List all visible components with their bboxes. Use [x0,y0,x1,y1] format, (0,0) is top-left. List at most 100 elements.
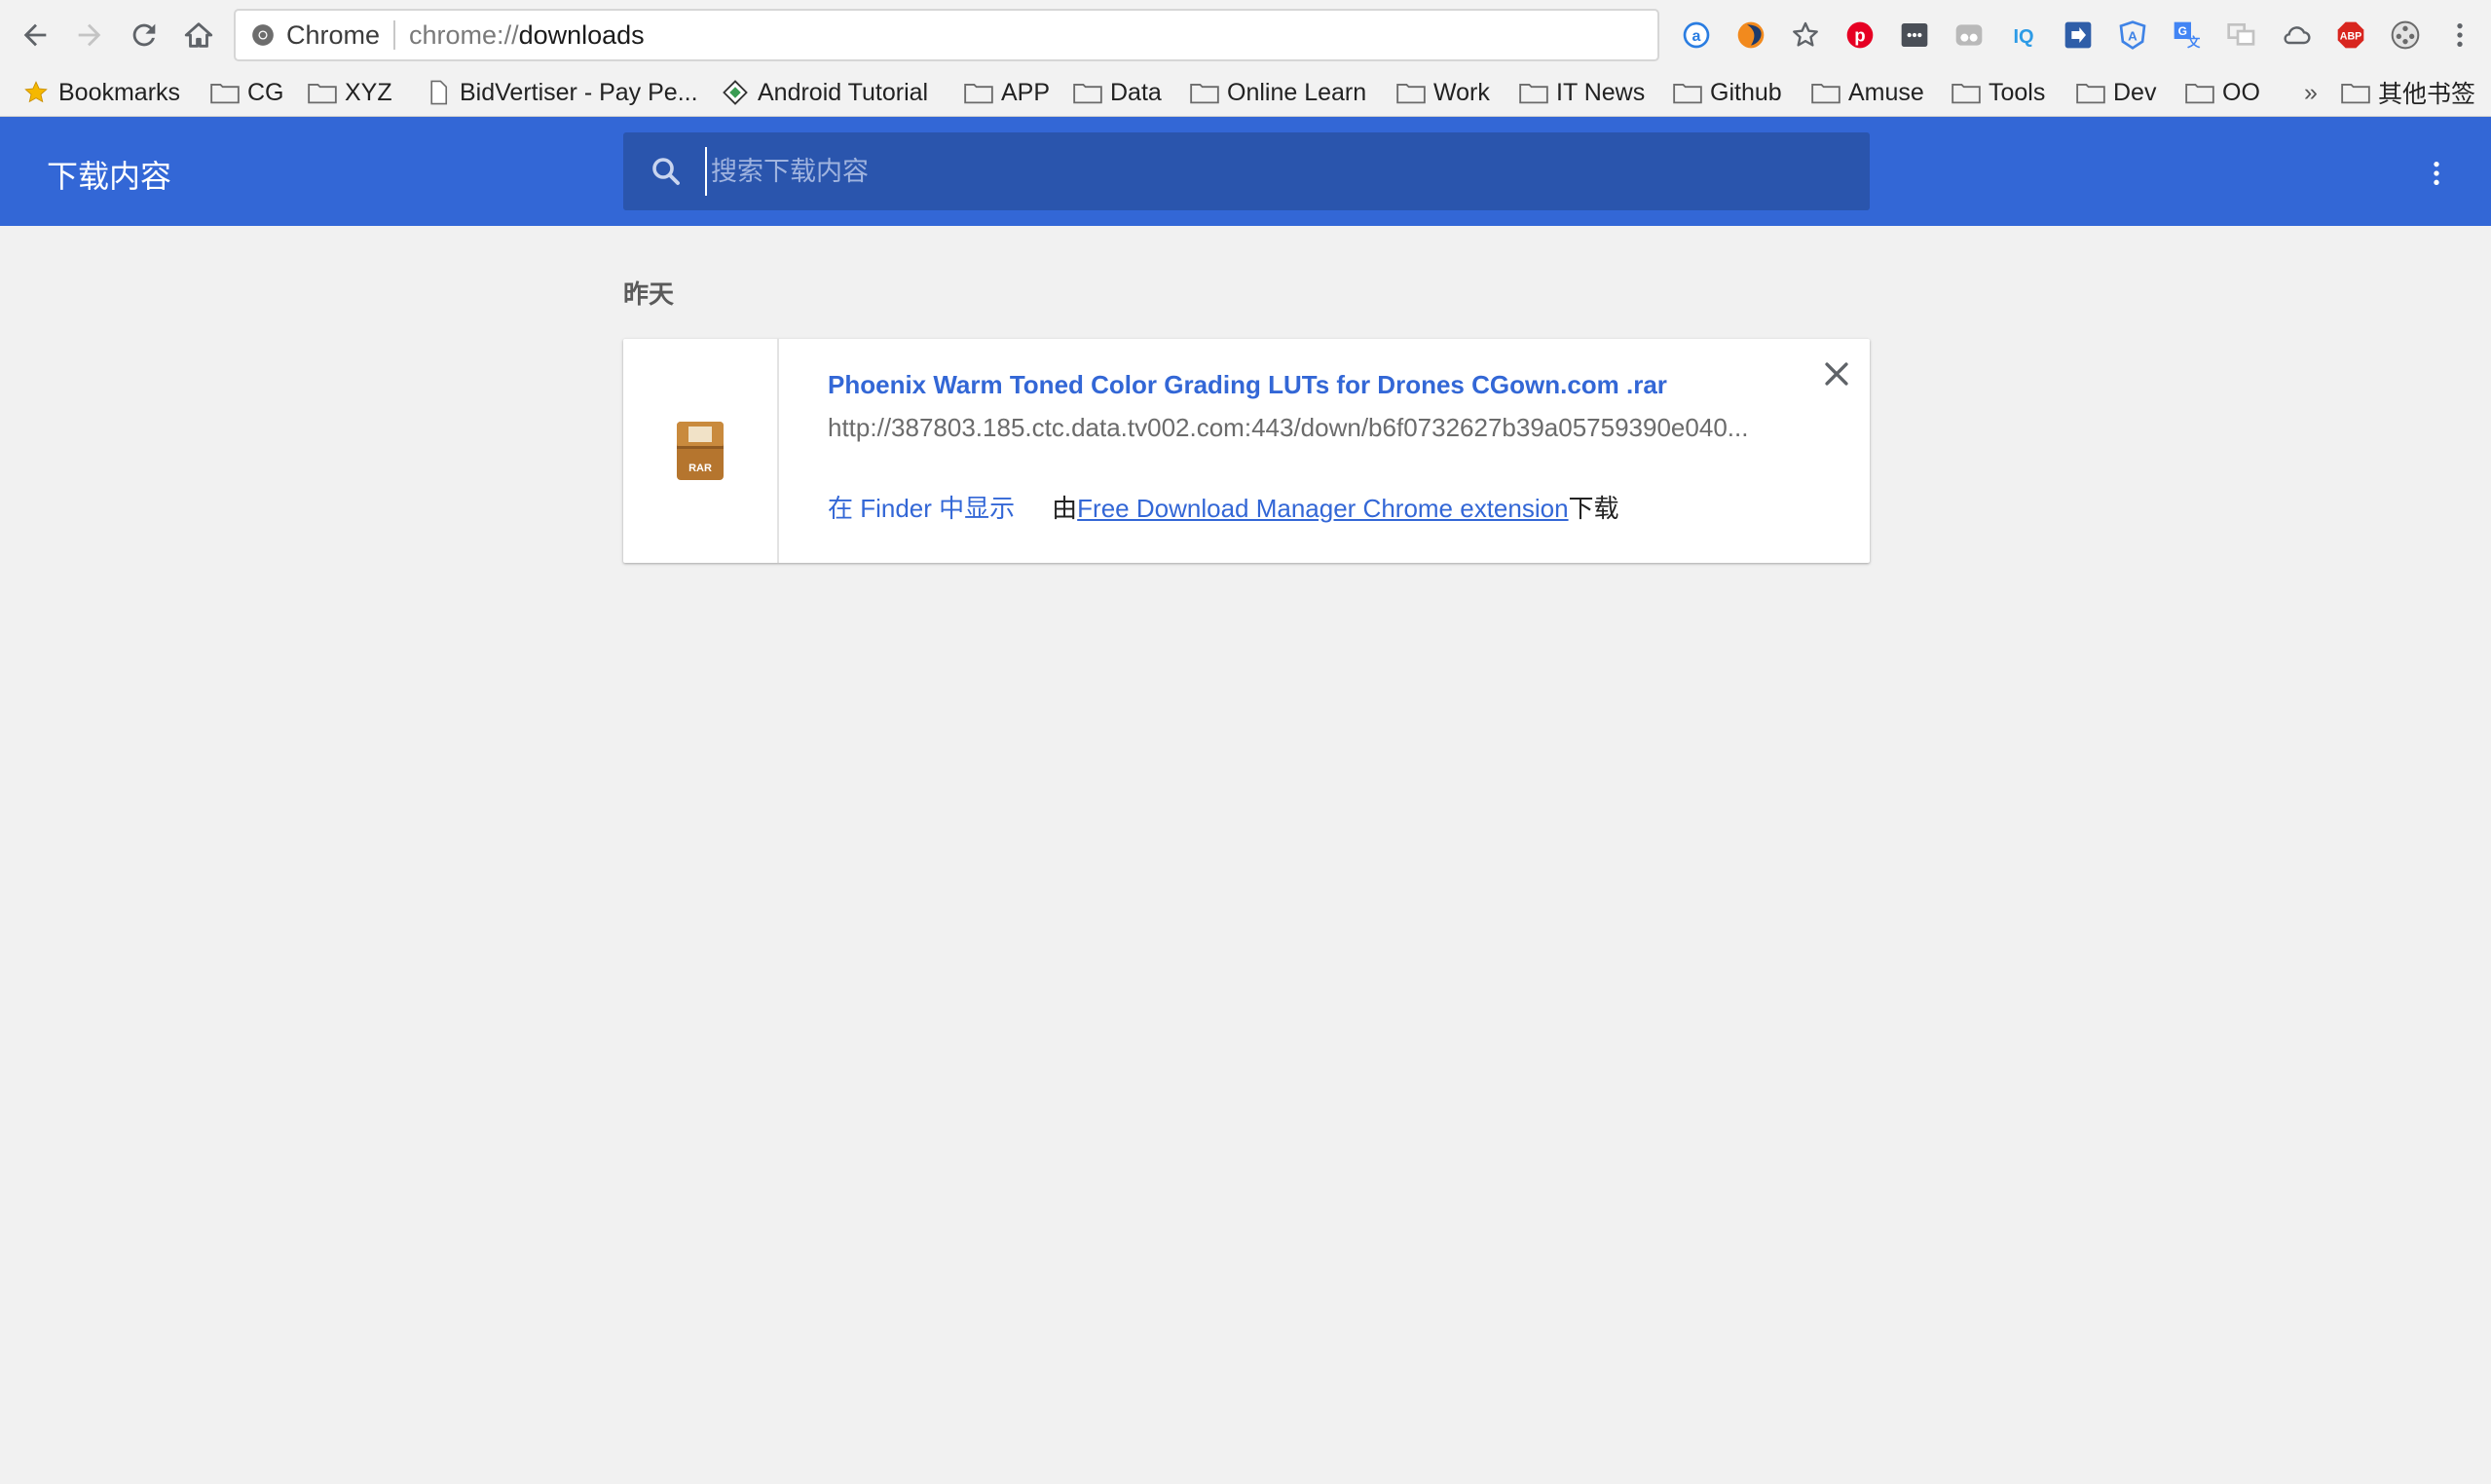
page-title: 下载内容 [47,159,172,194]
bookmark-label: CG [247,78,284,106]
folder-icon [2185,80,2214,105]
bookmarks-overflow-button[interactable]: » [2304,70,2318,115]
reload-icon [132,23,156,47]
extension-link[interactable]: Free Download Manager Chrome extension [1077,494,1568,523]
film-reel-icon[interactable] [2384,14,2427,56]
svg-text:ABP: ABP [2340,31,2362,43]
site-chip-label: Chrome [286,19,381,50]
search-icon [652,158,680,185]
bookmark-folder-xyz[interactable]: XYZ [308,70,392,115]
url-path: downloads [518,19,645,50]
bookmark-bookmarks[interactable]: Bookmarks [21,70,180,115]
bookmark-folder-oo[interactable]: OO [2185,70,2260,115]
search-box[interactable] [623,132,1870,210]
dots-box-icon[interactable] [1893,14,1936,56]
remove-download-button[interactable] [1817,354,1856,393]
download-actions: 在 Finder 中显示 由Free Download Manager Chro… [828,489,1619,525]
forward-button[interactable] [68,14,111,56]
bookmark-folder-cg[interactable]: CG [210,70,284,115]
bookmark-label: Online Learn [1227,78,1367,106]
by-suffix: 下载 [1568,494,1619,523]
home-icon [184,22,213,48]
folder-icon [1952,80,1981,105]
bookmark-folder-it-news[interactable]: IT News [1519,70,1645,115]
bookmark-label: 其他书签 [2378,81,2476,108]
folder-icon [2076,80,2105,105]
back-button[interactable] [14,14,56,56]
downloads-header: 下载内容 [0,117,2491,226]
bookmark-label: IT News [1556,78,1646,106]
bookmark-android-tutorial[interactable]: Android Tutorial [721,70,928,115]
folder-icon [210,80,240,105]
bookmark-folder-online-learn[interactable]: Online Learn [1190,70,1366,115]
bookmark-label: Amuse [1848,78,1924,106]
reload-button[interactable] [123,14,166,56]
adblock-abp-icon[interactable]: ABP [2329,14,2372,56]
share-arrow-icon[interactable] [2057,14,2100,56]
page-icon [423,80,452,105]
overflow-chevron: » [2304,78,2318,106]
search-input[interactable] [705,147,1870,196]
omnibox-divider [393,20,396,50]
file-source-url: http://387803.185.ctc.data.tv002.com:443… [828,413,1749,442]
date-group-header: 昨天 [623,279,675,309]
back-arrow-icon [23,23,47,47]
folder-icon [308,80,337,105]
bookmark-label: Tools [1989,78,2046,106]
bookmark-folder-dev[interactable]: Dev [2076,70,2156,115]
angular-shield-icon[interactable]: A [2111,14,2154,56]
by-prefix: 由 [1052,494,1078,523]
pinterest-icon[interactable]: p [1839,14,1881,56]
bookmark-folder-amuse[interactable]: Amuse [1811,70,1924,115]
svg-text:G: G [2178,24,2187,38]
folder-icon [1396,80,1426,105]
iq-icon[interactable]: IQ [2002,14,2045,56]
glasses-icon[interactable] [1948,14,1990,56]
show-in-finder-link[interactable]: 在 Finder 中显示 [828,489,1015,525]
svg-text:p: p [1854,25,1865,46]
file-name-link[interactable]: Phoenix Warm Toned Color Grading LUTs fo… [828,370,1667,400]
translate-icon[interactable]: G文 [2166,14,2209,56]
bookmark-label: Github [1710,78,1782,106]
svg-text:a: a [1692,28,1701,45]
folder-icon [1673,80,1702,105]
folder-icon [964,80,993,105]
bookmark-folder-tools[interactable]: Tools [1952,70,2045,115]
chrome-menu-button[interactable] [2438,14,2481,56]
bookmark-folder-work[interactable]: Work [1396,70,1490,115]
bookmark-bidvertiser[interactable]: BidVertiser - Pay Pe... [423,70,698,115]
url-scheme: chrome:// [409,19,519,50]
cloud-icon[interactable] [2275,14,2318,56]
browser-toolbar: Chrome chrome:// downloads a p IQ A G 文 … [0,0,2491,70]
more-actions-button[interactable] [2415,152,2458,195]
bookmark-label: APP [1001,78,1051,106]
folder-icon [1519,80,1548,105]
home-button[interactable] [177,14,220,56]
flame-icon[interactable] [1729,14,1772,56]
bookmark-label: Android Tutorial [758,78,929,106]
downloaded-by-text: 由Free Download Manager Chrome extension下… [1052,489,1618,525]
download-item: RAR Phoenix Warm Toned Color Grading LUT… [623,339,1870,563]
bookmark-label: Work [1433,78,1490,106]
star-icon [21,80,51,105]
svg-text:A: A [2128,28,2138,43]
bookmark-folder-app[interactable]: APP [964,70,1050,115]
screen-share-icon[interactable] [2220,14,2263,56]
bookmark-label: Bookmarks [58,78,181,106]
bookmark-folder-data[interactable]: Data [1073,70,1162,115]
bookmarks-bar: Bookmarks CG XYZ BidVertiser - Pay Pe...… [0,70,2491,117]
file-icon-column: RAR [623,339,779,563]
rar-file-icon: RAR [677,422,724,480]
bookmark-label: BidVertiser - Pay Pe... [460,78,698,106]
a-icon[interactable]: a [1675,14,1718,56]
vertical-dots-icon [2457,23,2463,47]
folder-icon [1073,80,1102,105]
bookmark-folder-github[interactable]: Github [1673,70,1782,115]
diamond-icon [721,80,750,105]
folder-icon [1811,80,1840,105]
folder-icon [1190,80,1219,105]
star-icon[interactable] [1784,14,1827,56]
address-bar[interactable]: Chrome chrome:// downloads [234,9,1659,61]
bookmark-folder-other[interactable]: 其他书签 [2341,70,2475,115]
bookmark-label: XYZ [345,78,392,106]
